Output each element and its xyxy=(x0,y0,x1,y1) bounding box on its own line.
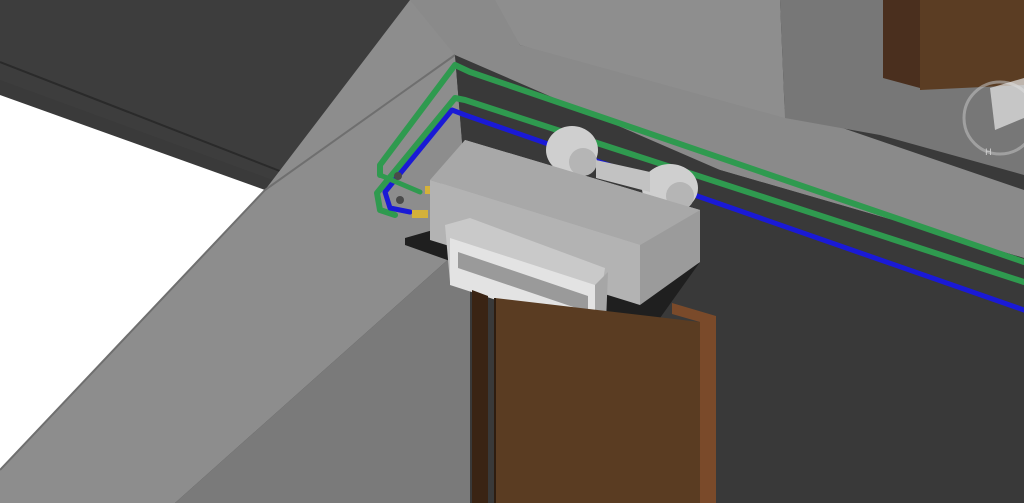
valve[interactable] xyxy=(412,210,428,218)
fan-housing xyxy=(569,148,597,176)
door[interactable] xyxy=(472,290,716,503)
door-frame xyxy=(472,290,488,503)
upper-door xyxy=(920,0,1024,90)
door-leaf[interactable] xyxy=(495,298,700,503)
valve-handle-icon xyxy=(394,172,402,180)
valve-handle-icon xyxy=(396,196,404,204)
3d-viewport[interactable]: H H xyxy=(0,0,1024,503)
view-cube-letter: H xyxy=(985,148,992,158)
upper-door-frame xyxy=(883,0,920,88)
